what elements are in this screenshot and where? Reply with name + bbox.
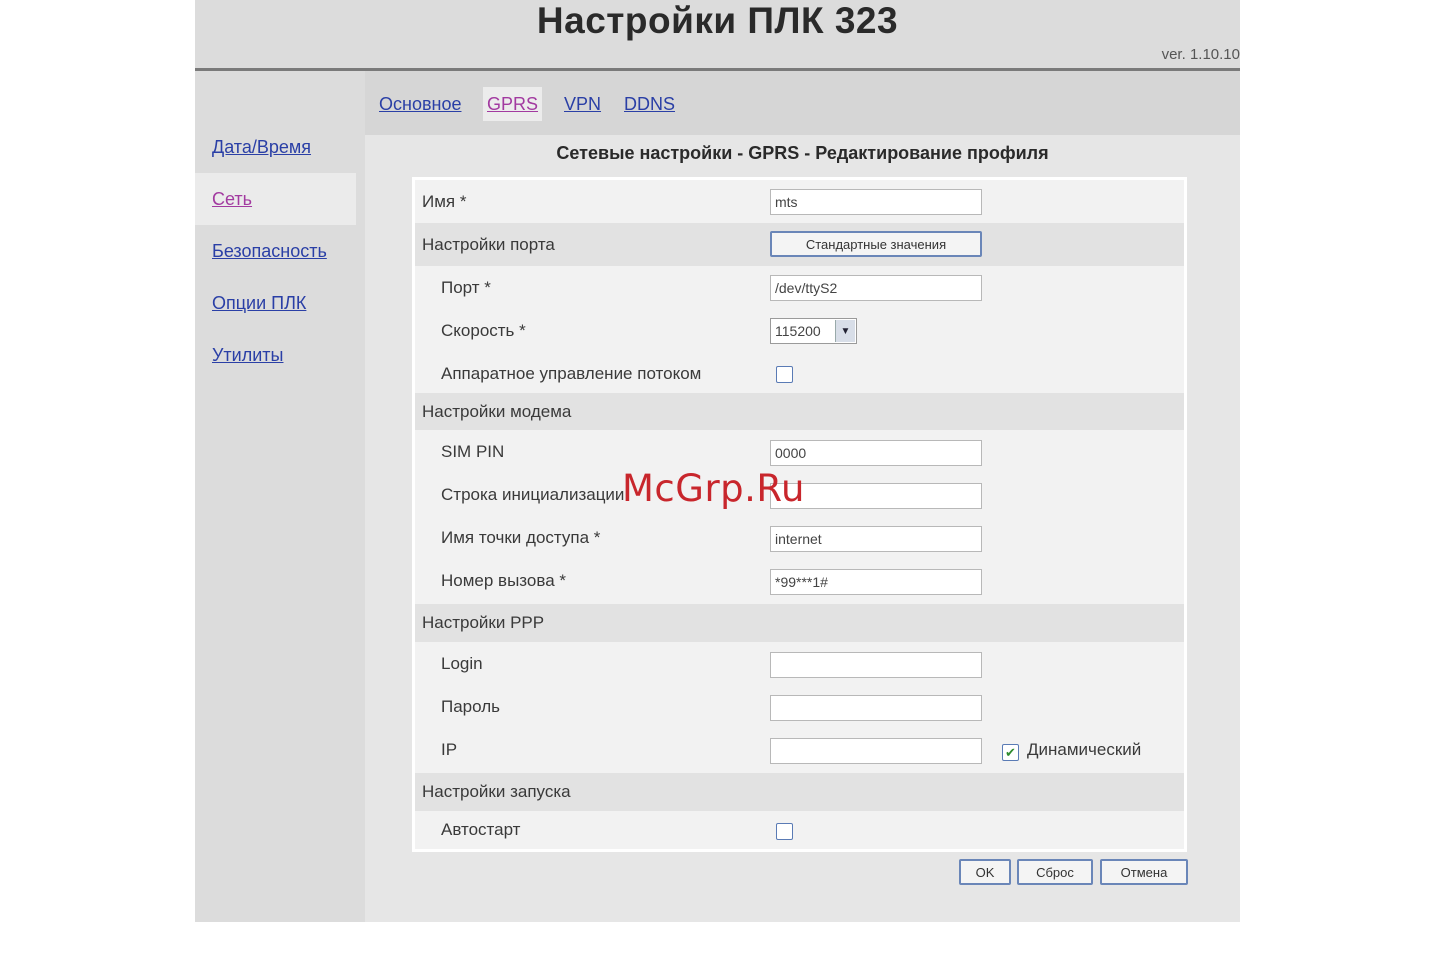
autostart-checkbox[interactable]: [776, 823, 793, 840]
dynamic-ip-checkbox[interactable]: ✔: [1002, 744, 1019, 761]
row-speed: Скорость * 115200 ▼: [415, 309, 1184, 352]
checkmark-icon: ✔: [1005, 745, 1016, 760]
ok-button[interactable]: OK: [959, 859, 1011, 885]
sidebar-item-datetime[interactable]: Дата/Время: [195, 121, 356, 173]
row-login: Login: [415, 642, 1184, 685]
apn-input[interactable]: [770, 526, 982, 552]
row-dial-number: Номер вызова *: [415, 559, 1184, 602]
ip-label: IP: [441, 739, 458, 759]
simpin-label: SIM PIN: [441, 441, 505, 461]
autostart-label: Автостарт: [441, 820, 521, 839]
sidebar-link-utilities[interactable]: Утилиты: [212, 345, 283, 366]
app-window: Настройки ПЛК 323 ver. 1.10.10 Дата/Врем…: [195, 0, 1240, 922]
name-input[interactable]: [770, 189, 982, 215]
row-modem-group: Настройки модема: [415, 393, 1184, 430]
speed-select[interactable]: 115200 ▼: [770, 318, 857, 344]
dial-number-input[interactable]: [770, 569, 982, 595]
row-port: Порт *: [415, 266, 1184, 309]
sidebar-link-security[interactable]: Безопасность: [212, 241, 327, 262]
speed-label: Скорость *: [441, 320, 526, 340]
init-label: Строка инициализации: [441, 484, 625, 504]
tab-vpn[interactable]: VPN: [560, 87, 605, 121]
port-input[interactable]: [770, 275, 982, 301]
sidebar-link-network[interactable]: Сеть: [212, 189, 252, 210]
startup-group-label: Настройки запуска: [422, 782, 571, 801]
tab-general[interactable]: Основное: [375, 87, 465, 121]
port-label: Порт *: [441, 277, 491, 297]
row-startup-group: Настройки запуска: [415, 773, 1184, 811]
sidebar-item-security[interactable]: Безопасность: [195, 225, 356, 277]
name-label: Имя *: [422, 191, 467, 211]
watermark-text: McGrp.Ru: [622, 467, 805, 510]
login-input[interactable]: [770, 652, 982, 678]
row-password: Пароль: [415, 685, 1184, 728]
page-header: Настройки ПЛК 323 ver. 1.10.10: [195, 0, 1240, 71]
tab-bar: Основное GPRS VPN DDNS: [365, 71, 1240, 135]
password-label: Пароль: [441, 696, 500, 716]
login-label: Login: [441, 653, 483, 673]
row-ip: IP ✔ Динамический: [415, 728, 1184, 771]
reset-button[interactable]: Сброс: [1017, 859, 1093, 885]
tab-gprs[interactable]: GPRS: [483, 87, 543, 121]
sidebar: Дата/Время Сеть Безопасность Опции ПЛК У…: [195, 71, 361, 922]
dial-label: Номер вызова *: [441, 570, 566, 590]
ppp-group-label: Настройки PPP: [422, 613, 545, 632]
section-title: Сетевые настройки - GPRS - Редактировани…: [556, 143, 1049, 163]
sidebar-item-network[interactable]: Сеть: [195, 173, 356, 225]
defaults-button[interactable]: Стандартные значения: [770, 231, 982, 257]
version-label: ver. 1.10.10: [1161, 46, 1240, 63]
page-title: Настройки ПЛК 323: [536, 0, 899, 41]
row-apn: Имя точки доступа *: [415, 516, 1184, 559]
sidebar-link-datetime[interactable]: Дата/Время: [212, 137, 311, 158]
dynamic-label: Динамический: [1027, 739, 1142, 759]
profile-form: Имя * Настройки порта Стандартные значен…: [412, 177, 1187, 852]
flow-label: Аппаратное управление потоком: [441, 363, 702, 383]
sidebar-link-plc-options[interactable]: Опции ПЛК: [212, 293, 306, 314]
row-autostart: Автостарт: [415, 811, 1184, 849]
speed-value: 115200: [775, 323, 821, 339]
row-port-group: Настройки порта Стандартные значения: [415, 223, 1184, 266]
cancel-button[interactable]: Отмена: [1100, 859, 1188, 885]
ip-input[interactable]: [770, 738, 982, 764]
modem-group-label: Настройки модема: [422, 401, 572, 421]
password-input[interactable]: [770, 695, 982, 721]
port-group-label: Настройки порта: [422, 234, 555, 254]
sidebar-item-utilities[interactable]: Утилиты: [195, 329, 356, 381]
row-name: Имя *: [415, 180, 1184, 223]
flow-control-checkbox[interactable]: [776, 366, 793, 383]
apn-label: Имя точки доступа *: [441, 527, 601, 547]
sidebar-item-plc-options[interactable]: Опции ПЛК: [195, 277, 356, 329]
chevron-down-icon[interactable]: ▼: [835, 320, 855, 342]
row-flow-control: Аппаратное управление потоком: [415, 352, 1184, 395]
row-ppp-group: Настройки PPP: [415, 604, 1184, 642]
tab-ddns[interactable]: DDNS: [620, 87, 679, 121]
simpin-input[interactable]: [770, 440, 982, 466]
